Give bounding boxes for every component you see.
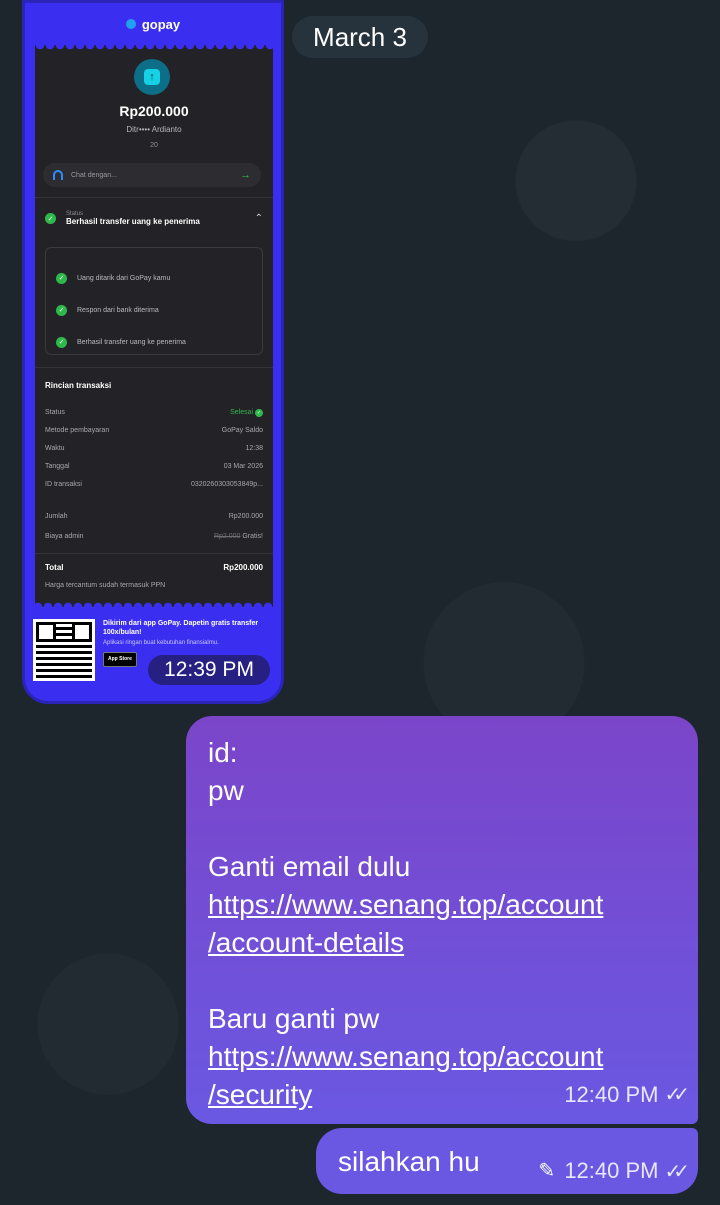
receipt-recipient: Ditr•••• Ardianto xyxy=(126,125,182,134)
message-line: id: xyxy=(208,737,238,768)
message-line: Ganti email dulu xyxy=(208,851,411,882)
check-icon: ✓ xyxy=(56,336,67,348)
gopay-header: gopay xyxy=(25,3,281,45)
message-meta: ✎ 12:40 PM ✓✓ xyxy=(538,1158,689,1184)
qr-code-icon xyxy=(33,619,95,681)
message-meta: 12:40 PM ✓✓ xyxy=(564,1076,689,1114)
detail-row-date: Tanggal 03 Mar 2026 xyxy=(45,463,263,470)
details-title: Rincian transaksi xyxy=(45,381,112,390)
receipt-edge-bottom xyxy=(35,601,273,607)
status-step: ✓ Berhasil transfer uang ke penerima xyxy=(56,326,252,358)
status-step: ✓ Uang ditarik dari GoPay kamu xyxy=(56,262,252,294)
receipt-amount: Rp200.000 xyxy=(119,103,189,119)
app-store-badge: App Store xyxy=(103,652,137,667)
gopay-brand: gopay xyxy=(141,16,181,32)
double-check-icon: ✓✓ xyxy=(664,1160,689,1183)
check-icon: ✓ xyxy=(56,272,67,284)
total-row: Total Rp200.000 xyxy=(45,563,263,572)
double-check-icon: ✓✓ xyxy=(664,1084,689,1106)
headset-icon xyxy=(53,170,63,180)
outgoing-message[interactable]: silahkan hu ✎ 12:40 PM ✓✓ xyxy=(316,1128,698,1194)
image-message-time: 12:39 PM xyxy=(148,655,270,685)
ppn-note: Harga tercantum sudah termasuk PPN xyxy=(45,582,166,589)
detail-row-amount: Jumlah Rp200.000 xyxy=(45,513,263,520)
security-link[interactable]: https://www.senang.top/account xyxy=(208,1038,676,1076)
status-steps: ✓ Uang ditarik dari GoPay kamu ✓ Respon … xyxy=(45,247,263,355)
divider xyxy=(35,367,273,368)
status-value: Berhasil transfer uang ke penerima xyxy=(66,217,200,226)
chat-support-row: Chat dengan... → xyxy=(43,163,261,187)
message-time: 12:40 PM xyxy=(564,1158,659,1183)
account-details-link[interactable]: https://www.senang.top/account xyxy=(208,886,676,924)
divider xyxy=(35,553,273,554)
check-icon: ✓ xyxy=(56,304,67,316)
promo-text: Dikirim dari app GoPay. Dapetin gratis t… xyxy=(103,620,259,636)
chevron-up-icon: ⌃ xyxy=(254,213,263,224)
chat-label: Chat dengan... xyxy=(71,171,117,179)
transfer-receipt: ↑ Rp200.000 Ditr•••• Ardianto 20 Chat de… xyxy=(35,45,273,607)
message-time: 12:40 PM xyxy=(564,1082,659,1107)
detail-row-id: ID transaksi 0320260303053849p... xyxy=(45,481,263,488)
message-text: silahkan hu xyxy=(338,1146,480,1177)
message-line: pw xyxy=(208,775,244,806)
check-icon: ✓ xyxy=(255,409,263,417)
status-step: ✓ Respon dari bank diterima xyxy=(56,294,252,326)
promo-sub: Aplikasi ringan buat kebutuhan finansial… xyxy=(103,640,219,646)
detail-row-method: Metode pembayaran GoPay Saldo xyxy=(45,427,263,434)
account-details-link-cont[interactable]: /account-details xyxy=(208,924,676,962)
transfer-arrow-icon: ↑ xyxy=(134,59,170,95)
detail-row-time: Waktu 12:38 xyxy=(45,445,263,452)
outgoing-message[interactable]: id: pw Ganti email dulu https://www.sena… xyxy=(186,716,698,1124)
receipt-recipient-sub: 20 xyxy=(150,142,158,149)
pencil-icon: ✎ xyxy=(538,1160,556,1182)
detail-row-admin-fee: Biaya admin Rp2.000 Gratis! xyxy=(45,533,263,540)
detail-row-status: Status Selesai ✓ xyxy=(45,409,263,417)
gopay-logo-icon xyxy=(125,19,136,29)
message-line: Baru ganti pw xyxy=(208,1003,380,1034)
receipt-edge-top xyxy=(35,45,273,51)
image-message[interactable]: gopay ↑ Rp200.000 Ditr•••• Ardianto 20 C… xyxy=(22,0,284,704)
date-divider: March 3 xyxy=(292,16,428,58)
status-header: ✓ Status Berhasil transfer uang ke pener… xyxy=(45,211,263,226)
arrow-right-icon: → xyxy=(240,169,251,181)
divider xyxy=(35,197,273,198)
check-icon: ✓ xyxy=(45,213,56,224)
